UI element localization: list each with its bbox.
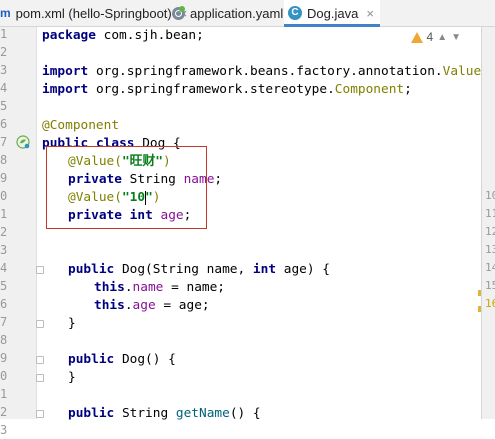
warning-stripe-marker[interactable]	[478, 306, 481, 312]
line-number: 13	[485, 243, 495, 256]
editor-tab-bar: m pom.xml (hello-Springboot) × applicati…	[0, 0, 495, 27]
code-line: import org.springframework.stereotype.Co…	[42, 82, 412, 97]
line-number: 3	[0, 423, 8, 437]
code-line: package com.sjh.bean;	[42, 28, 204, 43]
tab-pom-xml[interactable]: m pom.xml (hello-Springboot) ×	[0, 0, 187, 26]
code-line: public Dog() {	[68, 352, 176, 367]
warning-stripe-marker[interactable]	[478, 290, 481, 296]
tab-label: application.yaml	[190, 5, 284, 21]
tab-label: Dog.java	[307, 5, 359, 21]
code-line: this.age = age;	[94, 298, 210, 313]
code-line: }	[68, 370, 76, 385]
maven-icon: m	[0, 6, 11, 20]
tab-dog-java[interactable]: C Dog.java ×	[284, 0, 380, 27]
tab-label: pom.xml (hello-Springboot)	[15, 5, 172, 21]
line-number: 10	[485, 189, 495, 202]
line-number: 11	[485, 207, 495, 220]
code-line: import org.springframework.beans.factory…	[42, 64, 489, 79]
code-line: public Dog(String name, int age) {	[68, 262, 330, 277]
line-number: 16	[485, 297, 495, 310]
code-line: @Component	[42, 118, 120, 133]
java-class-icon: C	[288, 6, 302, 20]
code-line: public String getName() {	[68, 406, 261, 421]
code-line: }	[68, 316, 76, 331]
close-icon[interactable]: ×	[366, 6, 374, 21]
yaml-icon	[172, 5, 185, 20]
line-number: 12	[485, 225, 495, 238]
code-line: this.name = name;	[94, 280, 226, 295]
line-number: 15	[485, 279, 495, 292]
tab-application-yaml[interactable]: application.yaml ×	[172, 0, 299, 26]
highlight-box	[46, 146, 207, 229]
line-number: 14	[485, 261, 495, 274]
